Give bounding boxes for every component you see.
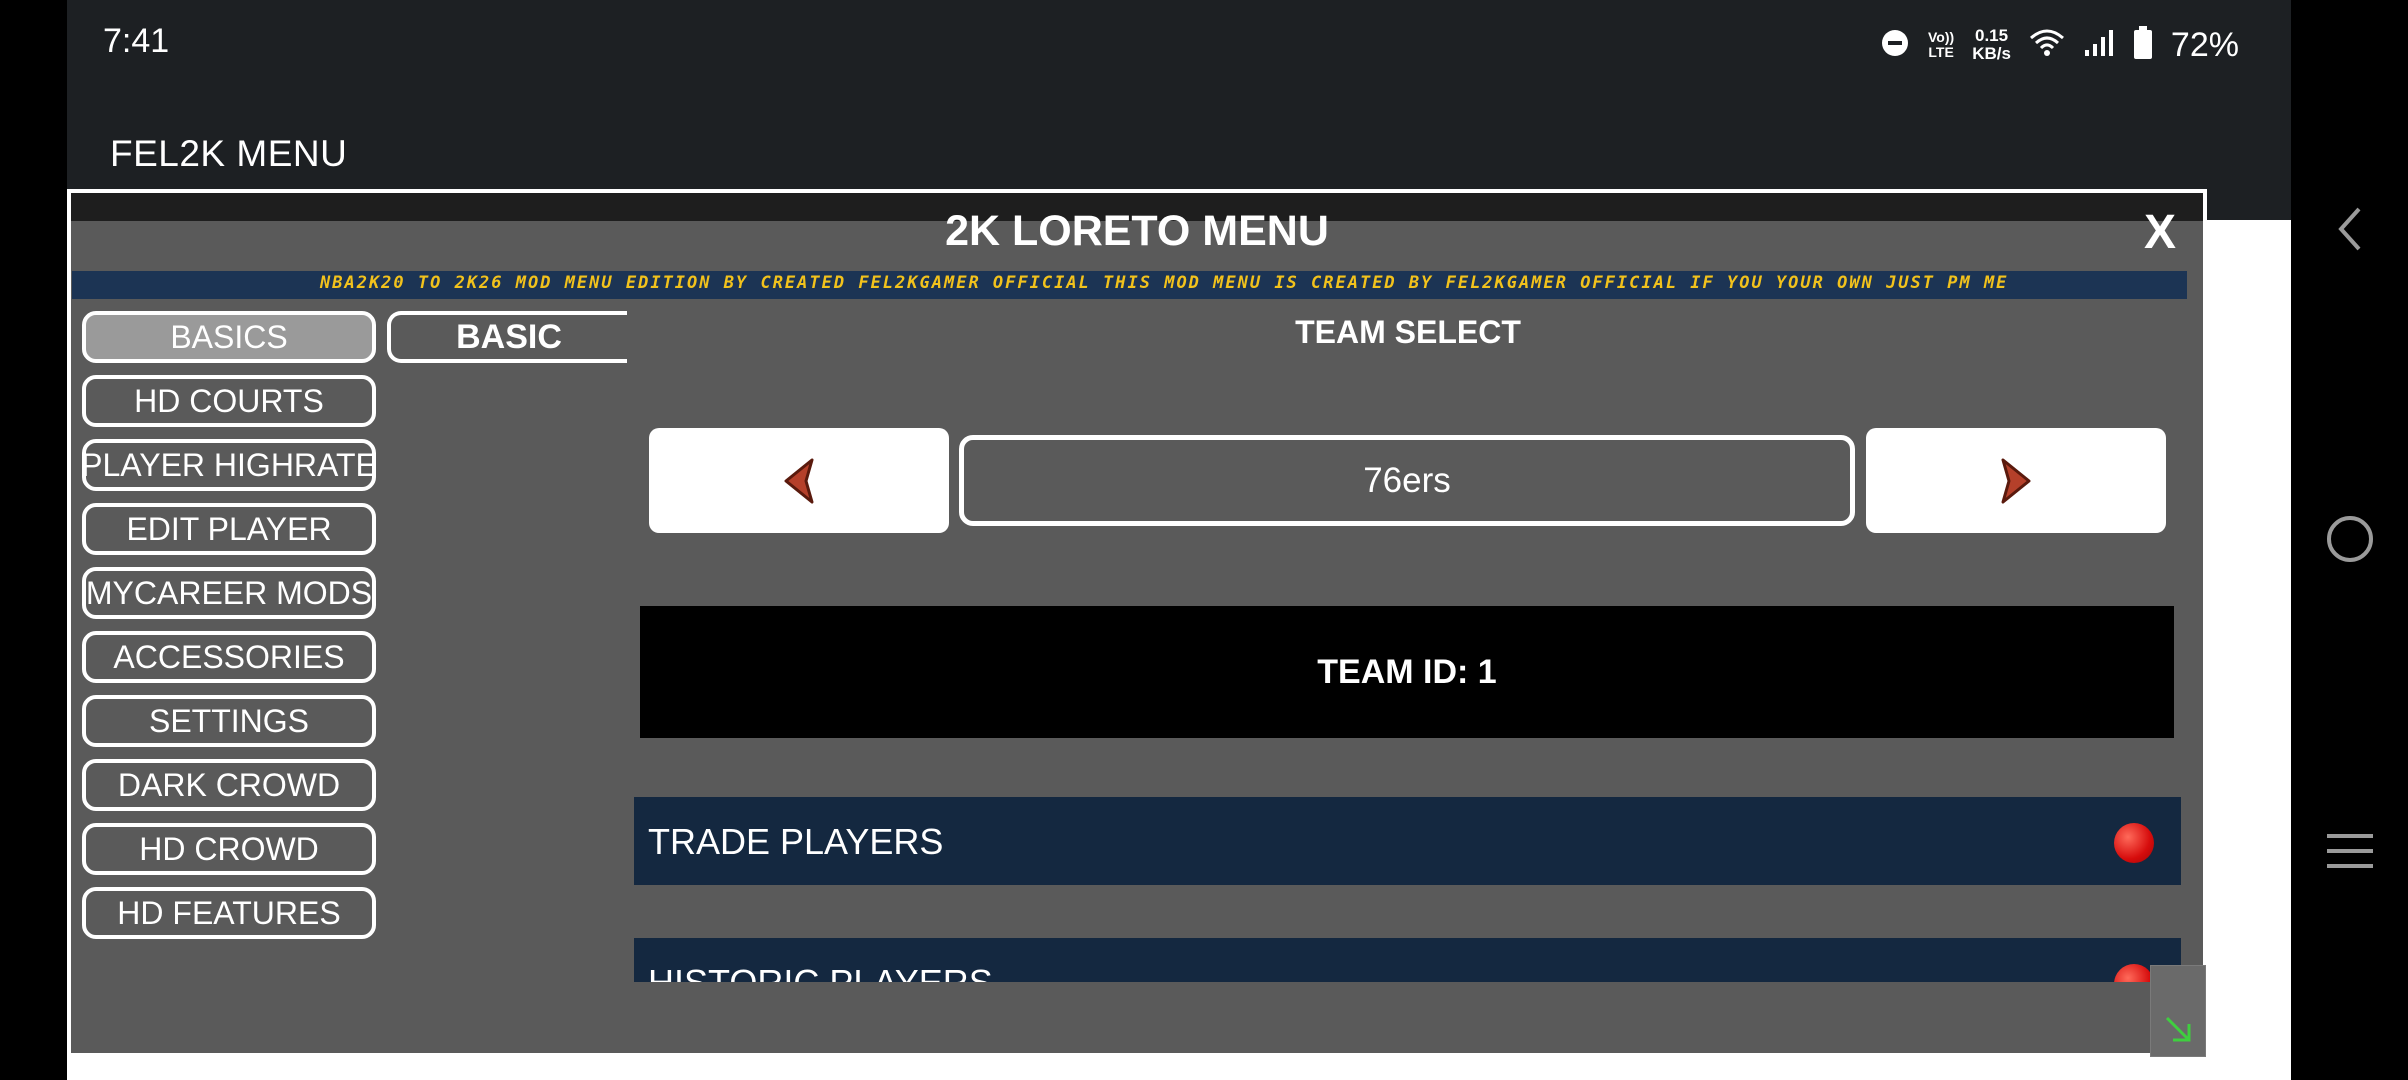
sidebar-item-settings[interactable]: SETTINGS	[82, 695, 376, 747]
sidebar-item-dark-crowd[interactable]: DARK CROWD	[82, 759, 376, 811]
sidebar-item-hd-features[interactable]: HD FEATURES	[82, 887, 376, 939]
battery-percent: 72%	[2170, 25, 2239, 64]
sidebar-item-accessories[interactable]: ACCESSORIES	[82, 631, 376, 683]
recents-button[interactable]	[2291, 831, 2408, 871]
toggle-off-indicator-icon[interactable]	[2114, 823, 2154, 863]
status-time: 7:41	[103, 22, 170, 60]
feature-label: HISTORIC PLAYERS	[648, 962, 993, 982]
feature-label: TRADE PLAYERS	[648, 821, 944, 862]
next-team-button[interactable]	[1866, 428, 2166, 533]
marquee-banner: NBA2K20 TO 2K26 MOD MENU EDITION BY CREA…	[72, 271, 2187, 299]
prev-team-button[interactable]	[649, 428, 949, 533]
toggle-off-indicator-icon[interactable]	[2114, 964, 2154, 982]
sidebar-item-player-highrate[interactable]: PLAYER HIGHRATE	[81, 439, 377, 491]
close-button[interactable]: X	[2130, 205, 2190, 260]
sidebar-item-hd-courts[interactable]: HD COURTS	[82, 375, 376, 427]
speed-value: 0.15	[1975, 26, 2009, 45]
tab-basic[interactable]: BASIC	[387, 311, 627, 363]
volte-bottom-label: LTE	[1928, 44, 1954, 60]
sidebar-item-hd-crowd[interactable]: HD CROWD	[82, 823, 376, 875]
circle-home-icon	[2326, 516, 2373, 562]
chevron-left-icon	[2337, 207, 2360, 251]
sidebar-item-basics[interactable]: BASICS	[82, 311, 376, 363]
menu-title: 2K LORETO MENU	[945, 207, 1329, 255]
back-button[interactable]	[2291, 205, 2408, 253]
sidebar-item-edit-player[interactable]: EDIT PLAYER	[82, 503, 376, 555]
volte-top-label: Vo))	[1928, 29, 1955, 45]
home-button[interactable]	[2291, 514, 2408, 564]
feature-row-trade-players[interactable]: TRADE PLAYERS	[634, 797, 2181, 885]
hamburger-icon	[2326, 834, 2373, 868]
resize-handle[interactable]	[2150, 965, 2206, 1057]
volte-icon: Vo)) LTE	[1928, 30, 1954, 60]
team-id-display: TEAM ID: 1	[640, 606, 2174, 738]
network-speed: 0.15 KB/s	[1972, 27, 2011, 63]
navigation-bar	[2291, 0, 2408, 1080]
feature-list: TRADE PLAYERS HISTORIC PLAYERS	[620, 780, 2200, 982]
arrow-right-icon	[2001, 458, 2031, 503]
status-icons: Vo)) LTE 0.15 KB/s 72%	[1880, 20, 2239, 70]
team-name-display: 76ers	[959, 435, 1855, 526]
arrow-left-icon	[784, 458, 814, 503]
feature-row-historic-players[interactable]: HISTORIC PLAYERS	[634, 938, 2181, 982]
app-title: FEL2K MENU	[110, 133, 348, 174]
wifi-icon	[2029, 28, 2065, 63]
resize-arrow-icon	[2165, 1016, 2191, 1042]
team-select-label: TEAM SELECT	[1295, 314, 1521, 350]
sidebar-item-mycareer-mods[interactable]: MYCAREER MODS	[82, 567, 376, 619]
dnd-icon	[1880, 28, 1910, 63]
speed-unit: KB/s	[1972, 44, 2011, 63]
marquee-text: NBA2K20 TO 2K26 MOD MENU EDITION BY CREA…	[320, 273, 2009, 293]
signal-icon	[2083, 28, 2115, 63]
battery-icon	[2133, 25, 2153, 65]
